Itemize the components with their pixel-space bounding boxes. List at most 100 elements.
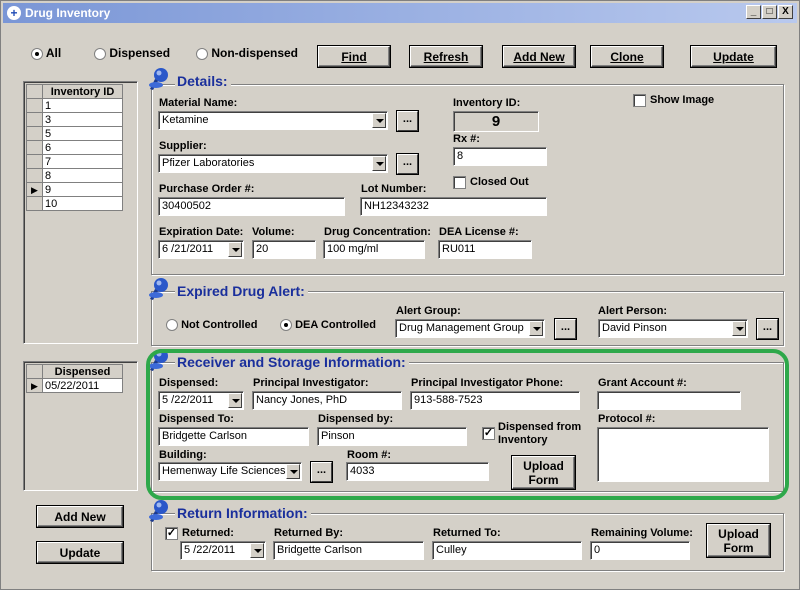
table-row[interactable]: ▶ 05/22/2011: [26, 378, 123, 393]
filter-all-label: All: [45, 46, 62, 60]
table-row[interactable]: 6: [26, 140, 123, 155]
inventory-id-cell[interactable]: 8: [42, 168, 123, 183]
alert-group-select[interactable]: Drug Management Group: [395, 319, 545, 338]
radio-all[interactable]: [31, 47, 43, 60]
building-select[interactable]: Hemenway Life Sciences: [158, 462, 302, 481]
row-selector[interactable]: [26, 112, 43, 127]
grid-corner: [26, 364, 43, 379]
grid-corner: [26, 84, 43, 99]
supplier-browse-button[interactable]: ...: [397, 154, 418, 174]
grant-account-field[interactable]: [597, 391, 741, 410]
close-button[interactable]: X: [778, 5, 793, 19]
lot-number-field[interactable]: NH12343232: [360, 197, 547, 216]
row-selector[interactable]: [26, 196, 43, 211]
add-new-button[interactable]: Add New: [503, 46, 575, 67]
chevron-down-icon[interactable]: [372, 156, 386, 171]
inventory-id-cell[interactable]: 10: [42, 196, 123, 211]
dispensed-date-picker[interactable]: 5 /22/2011: [158, 391, 244, 410]
inventory-id-cell[interactable]: 7: [42, 154, 123, 169]
protocol-textarea[interactable]: [597, 427, 769, 482]
chevron-down-icon[interactable]: [228, 242, 242, 257]
left-add-new-button[interactable]: Add New: [37, 506, 123, 527]
chevron-down-icon[interactable]: [250, 543, 264, 558]
dispensed-by-field[interactable]: Pinson: [317, 427, 467, 446]
inventory-id-cell-selected[interactable]: 9: [42, 182, 123, 197]
alert-group-browse-button[interactable]: ...: [555, 319, 576, 339]
table-row[interactable]: ▶ 9: [26, 182, 123, 197]
dispensed-to-field[interactable]: Bridgette Carlson: [158, 427, 309, 446]
app-plus-icon: +: [7, 6, 21, 20]
dispensed-cell[interactable]: 05/22/2011: [42, 378, 123, 393]
building-browse-button[interactable]: ...: [311, 462, 332, 482]
alert-person-select[interactable]: David Pinson: [598, 319, 748, 338]
inventory-id-grid[interactable]: Inventory ID 1 3 5 6 7 8 ▶ 9 10: [23, 81, 138, 344]
room-field[interactable]: 4033: [346, 462, 489, 481]
supplier-select[interactable]: Pfizer Laboratories: [158, 154, 388, 173]
row-selector[interactable]: [26, 126, 43, 141]
row-selector[interactable]: [26, 98, 43, 113]
radio-not-controlled[interactable]: [166, 319, 178, 332]
filter-non-dispensed[interactable]: Non-dispensed: [196, 46, 298, 60]
table-row[interactable]: 10: [26, 196, 123, 211]
show-image-checkbox[interactable]: [633, 94, 646, 107]
inventory-id-cell[interactable]: 6: [42, 140, 123, 155]
dea-license-field[interactable]: RU011: [438, 240, 532, 259]
returned-date-picker[interactable]: 5 /22/2011: [180, 541, 266, 560]
inventory-id-cell[interactable]: 1: [42, 98, 123, 113]
return-upload-form-button[interactable]: Upload Form: [707, 524, 770, 557]
minimize-button[interactable]: _: [746, 5, 761, 19]
radio-non-dispensed[interactable]: [196, 47, 208, 60]
returned-to-field[interactable]: Culley: [432, 541, 582, 560]
dea-controlled-option[interactable]: DEA Controlled: [280, 319, 376, 332]
not-controlled-option[interactable]: Not Controlled: [166, 319, 257, 332]
find-button[interactable]: Find: [318, 46, 390, 67]
drug-concentration-field[interactable]: 100 mg/ml: [323, 240, 425, 259]
table-row[interactable]: 7: [26, 154, 123, 169]
pushpin-icon: [149, 500, 168, 522]
dispensed-from-inventory-line2: Inventory: [498, 434, 548, 446]
radio-dispensed[interactable]: [94, 47, 106, 60]
principal-investigator-field[interactable]: Nancy Jones, PhD: [252, 391, 402, 410]
row-selector-current[interactable]: ▶: [26, 378, 43, 393]
alert-person-browse-button[interactable]: ...: [757, 319, 778, 339]
chevron-down-icon[interactable]: [286, 464, 300, 479]
find-label: Find: [341, 49, 367, 64]
filter-dispensed[interactable]: Dispensed: [94, 46, 170, 60]
update-button[interactable]: Update: [691, 46, 776, 67]
returned-by-field[interactable]: Bridgette Carlson: [273, 541, 424, 560]
closed-out-checkbox[interactable]: [453, 176, 466, 189]
purchase-order-field[interactable]: 30400502: [158, 197, 345, 216]
clone-button[interactable]: Clone: [591, 46, 663, 67]
table-row[interactable]: 5: [26, 126, 123, 141]
chevron-down-icon[interactable]: [529, 321, 543, 336]
chevron-down-icon[interactable]: [372, 113, 386, 128]
volume-field[interactable]: 20: [252, 240, 316, 259]
material-browse-button[interactable]: ...: [397, 111, 418, 131]
dispensed-grid[interactable]: Dispensed ▶ 05/22/2011: [23, 361, 138, 491]
inventory-id-cell[interactable]: 5: [42, 126, 123, 141]
row-selector[interactable]: [26, 154, 43, 169]
chevron-down-icon[interactable]: [228, 393, 242, 408]
expiration-date-picker[interactable]: 6 /21/2011: [158, 240, 244, 259]
row-selector-current[interactable]: ▶: [26, 182, 43, 197]
chevron-down-icon[interactable]: [732, 321, 746, 336]
table-row[interactable]: 8: [26, 168, 123, 183]
remaining-volume-field[interactable]: 0: [590, 541, 690, 560]
maximize-button[interactable]: □: [762, 5, 777, 19]
material-name-select[interactable]: Ketamine: [158, 111, 388, 130]
filter-all[interactable]: All: [31, 46, 61, 60]
returned-checkbox[interactable]: ✓: [165, 527, 178, 540]
pi-phone-field[interactable]: 913-588-7523: [410, 391, 580, 410]
radio-dea-controlled[interactable]: [280, 319, 292, 332]
row-selector[interactable]: [26, 140, 43, 155]
refresh-button[interactable]: Refresh: [410, 46, 482, 67]
dispensed-from-inventory-checkbox[interactable]: ✓: [482, 427, 495, 440]
left-update-button[interactable]: Update: [37, 542, 123, 563]
rx-field[interactable]: 8: [453, 147, 547, 166]
receiver-upload-form-button[interactable]: Upload Form: [512, 456, 575, 489]
row-selector[interactable]: [26, 168, 43, 183]
table-row[interactable]: 1: [26, 98, 123, 113]
table-row[interactable]: 3: [26, 112, 123, 127]
rx-label: Rx #:: [453, 133, 480, 145]
inventory-id-cell[interactable]: 3: [42, 112, 123, 127]
